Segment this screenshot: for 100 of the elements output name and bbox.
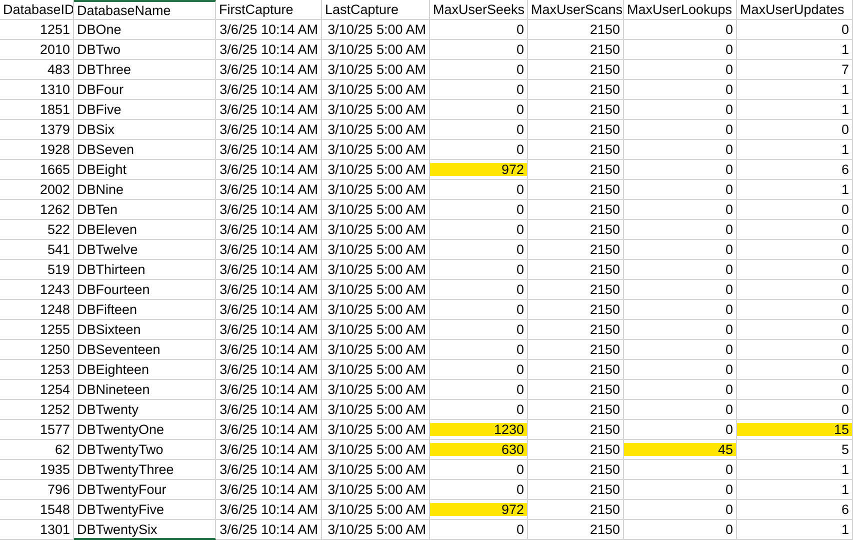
table-cell: DBFive [74, 100, 216, 120]
table-cell: 2150 [528, 500, 624, 520]
table-cell: 1253 [0, 360, 74, 380]
table-cell: 1 [737, 180, 853, 200]
table-cell: 3/6/25 10:14 AM [216, 140, 322, 160]
table-cell: 3/6/25 10:14 AM [216, 280, 322, 300]
table-cell: 0 [624, 420, 737, 440]
table-cell: 0 [737, 340, 853, 360]
table-cell: 3/6/25 10:14 AM [216, 240, 322, 260]
table-cell: 3/6/25 10:14 AM [216, 420, 322, 440]
table-cell: 3/10/25 5:00 AM [322, 20, 430, 40]
table-cell: 0 [430, 240, 528, 260]
table-cell: 0 [624, 80, 737, 100]
column-header: MaxUserUpdates [737, 0, 853, 20]
table-cell: 45 [624, 440, 737, 460]
table-cell: 0 [624, 120, 737, 140]
table-cell: 2150 [528, 160, 624, 180]
table-cell: 5 [737, 440, 853, 460]
table-cell: 3/6/25 10:14 AM [216, 400, 322, 420]
table-cell: 0 [624, 180, 737, 200]
table-cell: 972 [430, 160, 528, 180]
table-cell: 3/6/25 10:14 AM [216, 340, 322, 360]
table-cell: DBEleven [74, 220, 216, 240]
table-cell: 1248 [0, 300, 74, 320]
table-cell: 3/6/25 10:14 AM [216, 320, 322, 340]
table-cell: 0 [737, 120, 853, 140]
table-cell: DBTwentyFour [74, 480, 216, 500]
table-cell: 2150 [528, 120, 624, 140]
table-cell: 0 [624, 60, 737, 80]
table-cell: 1928 [0, 140, 74, 160]
table-cell: 3/10/25 5:00 AM [322, 300, 430, 320]
table-cell: 483 [0, 60, 74, 80]
table-cell: 15 [737, 420, 853, 440]
table-cell: DBFourteen [74, 280, 216, 300]
table-cell: 0 [430, 200, 528, 220]
table-cell: 2150 [528, 100, 624, 120]
table-cell: 3/6/25 10:14 AM [216, 200, 322, 220]
table-cell: 3/10/25 5:00 AM [322, 120, 430, 140]
table-cell: 0 [624, 40, 737, 60]
table-cell: 0 [624, 520, 737, 540]
column-header: DatabaseName [74, 0, 216, 20]
table-cell: 3/10/25 5:00 AM [322, 160, 430, 180]
table-cell: DBEighteen [74, 360, 216, 380]
table-cell: 1379 [0, 120, 74, 140]
column-header: MaxUserLookups [624, 0, 737, 20]
table-cell: 2002 [0, 180, 74, 200]
table-cell: 0 [624, 140, 737, 160]
table-cell: 3/6/25 10:14 AM [216, 360, 322, 380]
table-cell: 1301 [0, 520, 74, 540]
table-cell: 1 [737, 40, 853, 60]
table-cell: DBSeventeen [74, 340, 216, 360]
table-cell: 0 [430, 220, 528, 240]
table-cell: DBOne [74, 20, 216, 40]
table-cell: 3/10/25 5:00 AM [322, 280, 430, 300]
table-cell: 2150 [528, 80, 624, 100]
table-cell: 3/10/25 5:00 AM [322, 100, 430, 120]
table-cell: 1 [737, 100, 853, 120]
table-cell: 1 [737, 80, 853, 100]
table-cell: 0 [737, 280, 853, 300]
table-cell: 2150 [528, 40, 624, 60]
table-cell: DBTwelve [74, 240, 216, 260]
table-cell: 0 [624, 360, 737, 380]
table-cell: 3/6/25 10:14 AM [216, 100, 322, 120]
table-cell: 0 [430, 40, 528, 60]
table-cell: 3/6/25 10:14 AM [216, 220, 322, 240]
table-cell: 1577 [0, 420, 74, 440]
table-cell: 0 [624, 200, 737, 220]
table-cell: 0 [430, 80, 528, 100]
table-cell: 1310 [0, 80, 74, 100]
table-cell: 2150 [528, 180, 624, 200]
table-cell: 0 [430, 300, 528, 320]
table-cell: 3/10/25 5:00 AM [322, 440, 430, 460]
table-cell: 0 [430, 520, 528, 540]
table-cell: 6 [737, 160, 853, 180]
table-cell: 2150 [528, 320, 624, 340]
table-cell: 2150 [528, 220, 624, 240]
table-cell: 3/10/25 5:00 AM [322, 140, 430, 160]
table-cell: 1255 [0, 320, 74, 340]
table-cell: 3/10/25 5:00 AM [322, 480, 430, 500]
table-cell: 0 [430, 360, 528, 380]
table-cell: DBTwentyThree [74, 460, 216, 480]
table-cell: 1665 [0, 160, 74, 180]
table-cell: 0 [737, 240, 853, 260]
table-cell: 0 [430, 380, 528, 400]
table-cell: 0 [624, 340, 737, 360]
table-cell: DBTwentyTwo [74, 440, 216, 460]
table-cell: 0 [430, 280, 528, 300]
table-cell: 0 [624, 280, 737, 300]
table-cell: 0 [737, 260, 853, 280]
table-cell: 2150 [528, 340, 624, 360]
table-cell: 796 [0, 480, 74, 500]
table-cell: DBSixteen [74, 320, 216, 340]
table-cell: 3/6/25 10:14 AM [216, 500, 322, 520]
table-cell: 0 [624, 160, 737, 180]
table-cell: 0 [624, 480, 737, 500]
table-cell: 3/10/25 5:00 AM [322, 180, 430, 200]
table-cell: 3/10/25 5:00 AM [322, 240, 430, 260]
table-cell: 2150 [528, 520, 624, 540]
table-cell: 0 [737, 20, 853, 40]
table-cell: 0 [430, 260, 528, 280]
